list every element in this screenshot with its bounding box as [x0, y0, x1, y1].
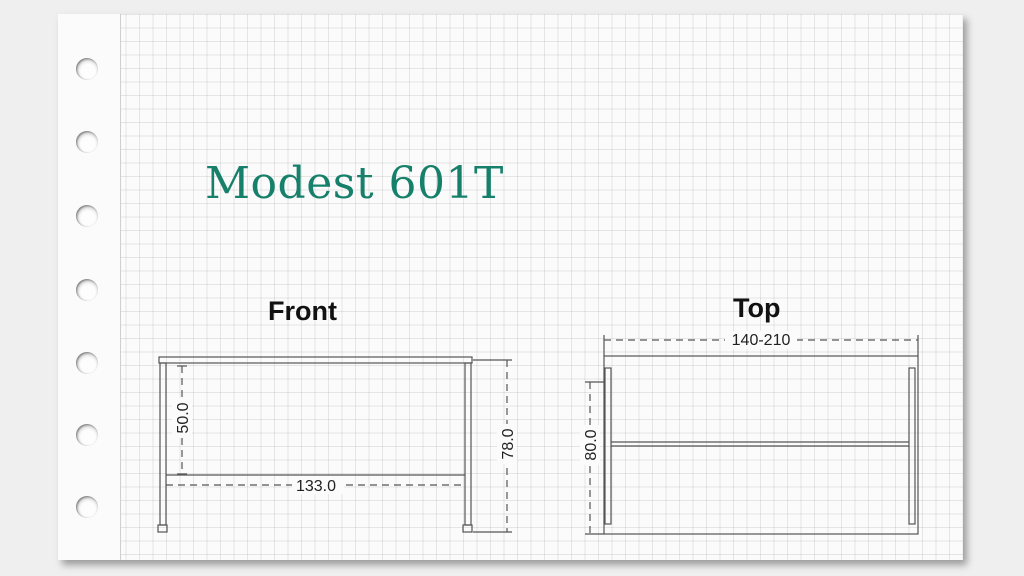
front-width-label: 133.0	[296, 478, 336, 495]
top-left-frame	[604, 367, 612, 525]
top-depth-label: 80.0	[583, 429, 600, 460]
front-left-leg	[159, 362, 167, 526]
top-dimension-labels: 140-210 80.0	[580, 331, 797, 465]
top-view-drawing	[585, 335, 919, 535]
front-left-foot	[157, 524, 168, 533]
top-tabletop-outline	[603, 355, 919, 535]
front-right-leg	[464, 362, 472, 526]
drawing-stage: Modest 601T Front Top 133.0 50.0 78.0 14…	[0, 0, 1024, 576]
front-right-foot	[462, 524, 473, 533]
top-length-label: 140-210	[732, 332, 791, 349]
front-tabletop	[158, 356, 473, 364]
front-leg-height-label: 50.0	[175, 402, 192, 433]
top-right-frame	[908, 367, 916, 525]
front-total-height-label: 78.0	[500, 428, 517, 459]
technical-drawing: 133.0 50.0 78.0 140-210 80.0	[157, 331, 919, 535]
front-view-drawing	[157, 356, 512, 533]
